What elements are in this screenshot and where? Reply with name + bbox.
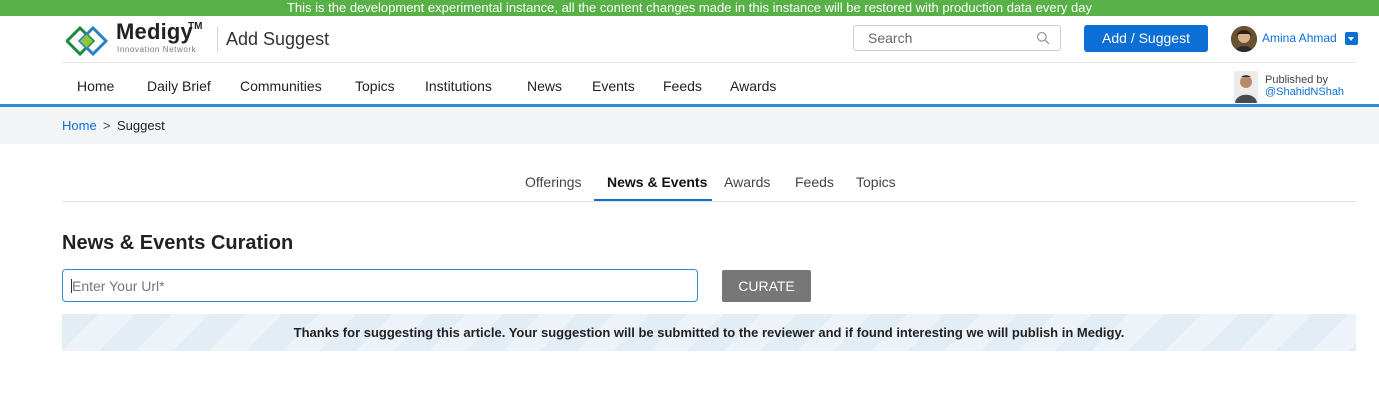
add-suggest-button[interactable]: Add / Suggest: [1084, 25, 1208, 52]
nav-item-communities[interactable]: Communities: [240, 78, 322, 94]
breadcrumb-separator: >: [103, 118, 111, 133]
publisher-avatar[interactable]: [1234, 71, 1258, 103]
nav-item-institutions[interactable]: Institutions: [425, 78, 492, 94]
main-nav: Home Daily Brief Communities Topics Inst…: [0, 63, 1379, 104]
publisher-handle-link[interactable]: @ShahidNShah: [1265, 86, 1344, 98]
text-cursor: [71, 279, 72, 293]
breadcrumb-current: Suggest: [117, 118, 165, 133]
nav-item-home[interactable]: Home: [77, 78, 114, 94]
suggestion-notice: Thanks for suggesting this article. Your…: [62, 314, 1356, 351]
logo-tagline: Innovation Network: [117, 45, 197, 54]
tab-feeds[interactable]: Feeds: [795, 174, 834, 190]
dev-instance-banner: This is the development experimental ins…: [0, 0, 1379, 16]
user-name-link[interactable]: Amina Ahmad: [1262, 31, 1337, 45]
nav-item-topics[interactable]: Topics: [355, 78, 395, 94]
curate-button[interactable]: CURATE: [722, 270, 811, 302]
nav-item-daily-brief[interactable]: Daily Brief: [147, 78, 211, 94]
section-title: News & Events Curation: [62, 232, 294, 254]
chevron-down-icon[interactable]: [1345, 32, 1358, 45]
nav-item-events[interactable]: Events: [592, 78, 635, 94]
tab-offerings[interactable]: Offerings: [525, 174, 582, 190]
page-title: Add Suggest: [226, 29, 330, 49]
logo-trademark: TM: [188, 21, 203, 32]
tabs-divider: [62, 201, 1356, 202]
search-icon[interactable]: [1036, 31, 1050, 45]
logo-wordmark: Medigy: [116, 19, 193, 44]
search-input[interactable]: [854, 26, 1024, 50]
medigy-logo-icon: [66, 26, 109, 56]
tab-topics[interactable]: Topics: [856, 174, 896, 190]
user-avatar-image: [1231, 26, 1257, 52]
nav-item-awards[interactable]: Awards: [730, 78, 776, 94]
suggest-tabs: Offerings News & Events Awards Feeds Top…: [0, 170, 1379, 202]
tab-news-events[interactable]: News & Events: [607, 174, 707, 190]
breadcrumb-home-link[interactable]: Home: [62, 118, 97, 133]
search-box: [853, 25, 1061, 51]
breadcrumb: Home > Suggest: [0, 107, 1379, 144]
nav-item-news[interactable]: News: [527, 78, 562, 94]
nav-item-feeds[interactable]: Feeds: [663, 78, 702, 94]
publisher-avatar-image: [1234, 71, 1258, 103]
header-divider: [217, 26, 218, 52]
medigy-logo[interactable]: Medigy TM Innovation Network: [66, 19, 216, 58]
url-input[interactable]: [62, 269, 698, 302]
tab-awards[interactable]: Awards: [724, 174, 770, 190]
site-header: Medigy TM Innovation Network Add Suggest…: [0, 16, 1379, 62]
user-avatar[interactable]: [1231, 26, 1257, 52]
published-by-label: Published by: [1265, 74, 1328, 86]
